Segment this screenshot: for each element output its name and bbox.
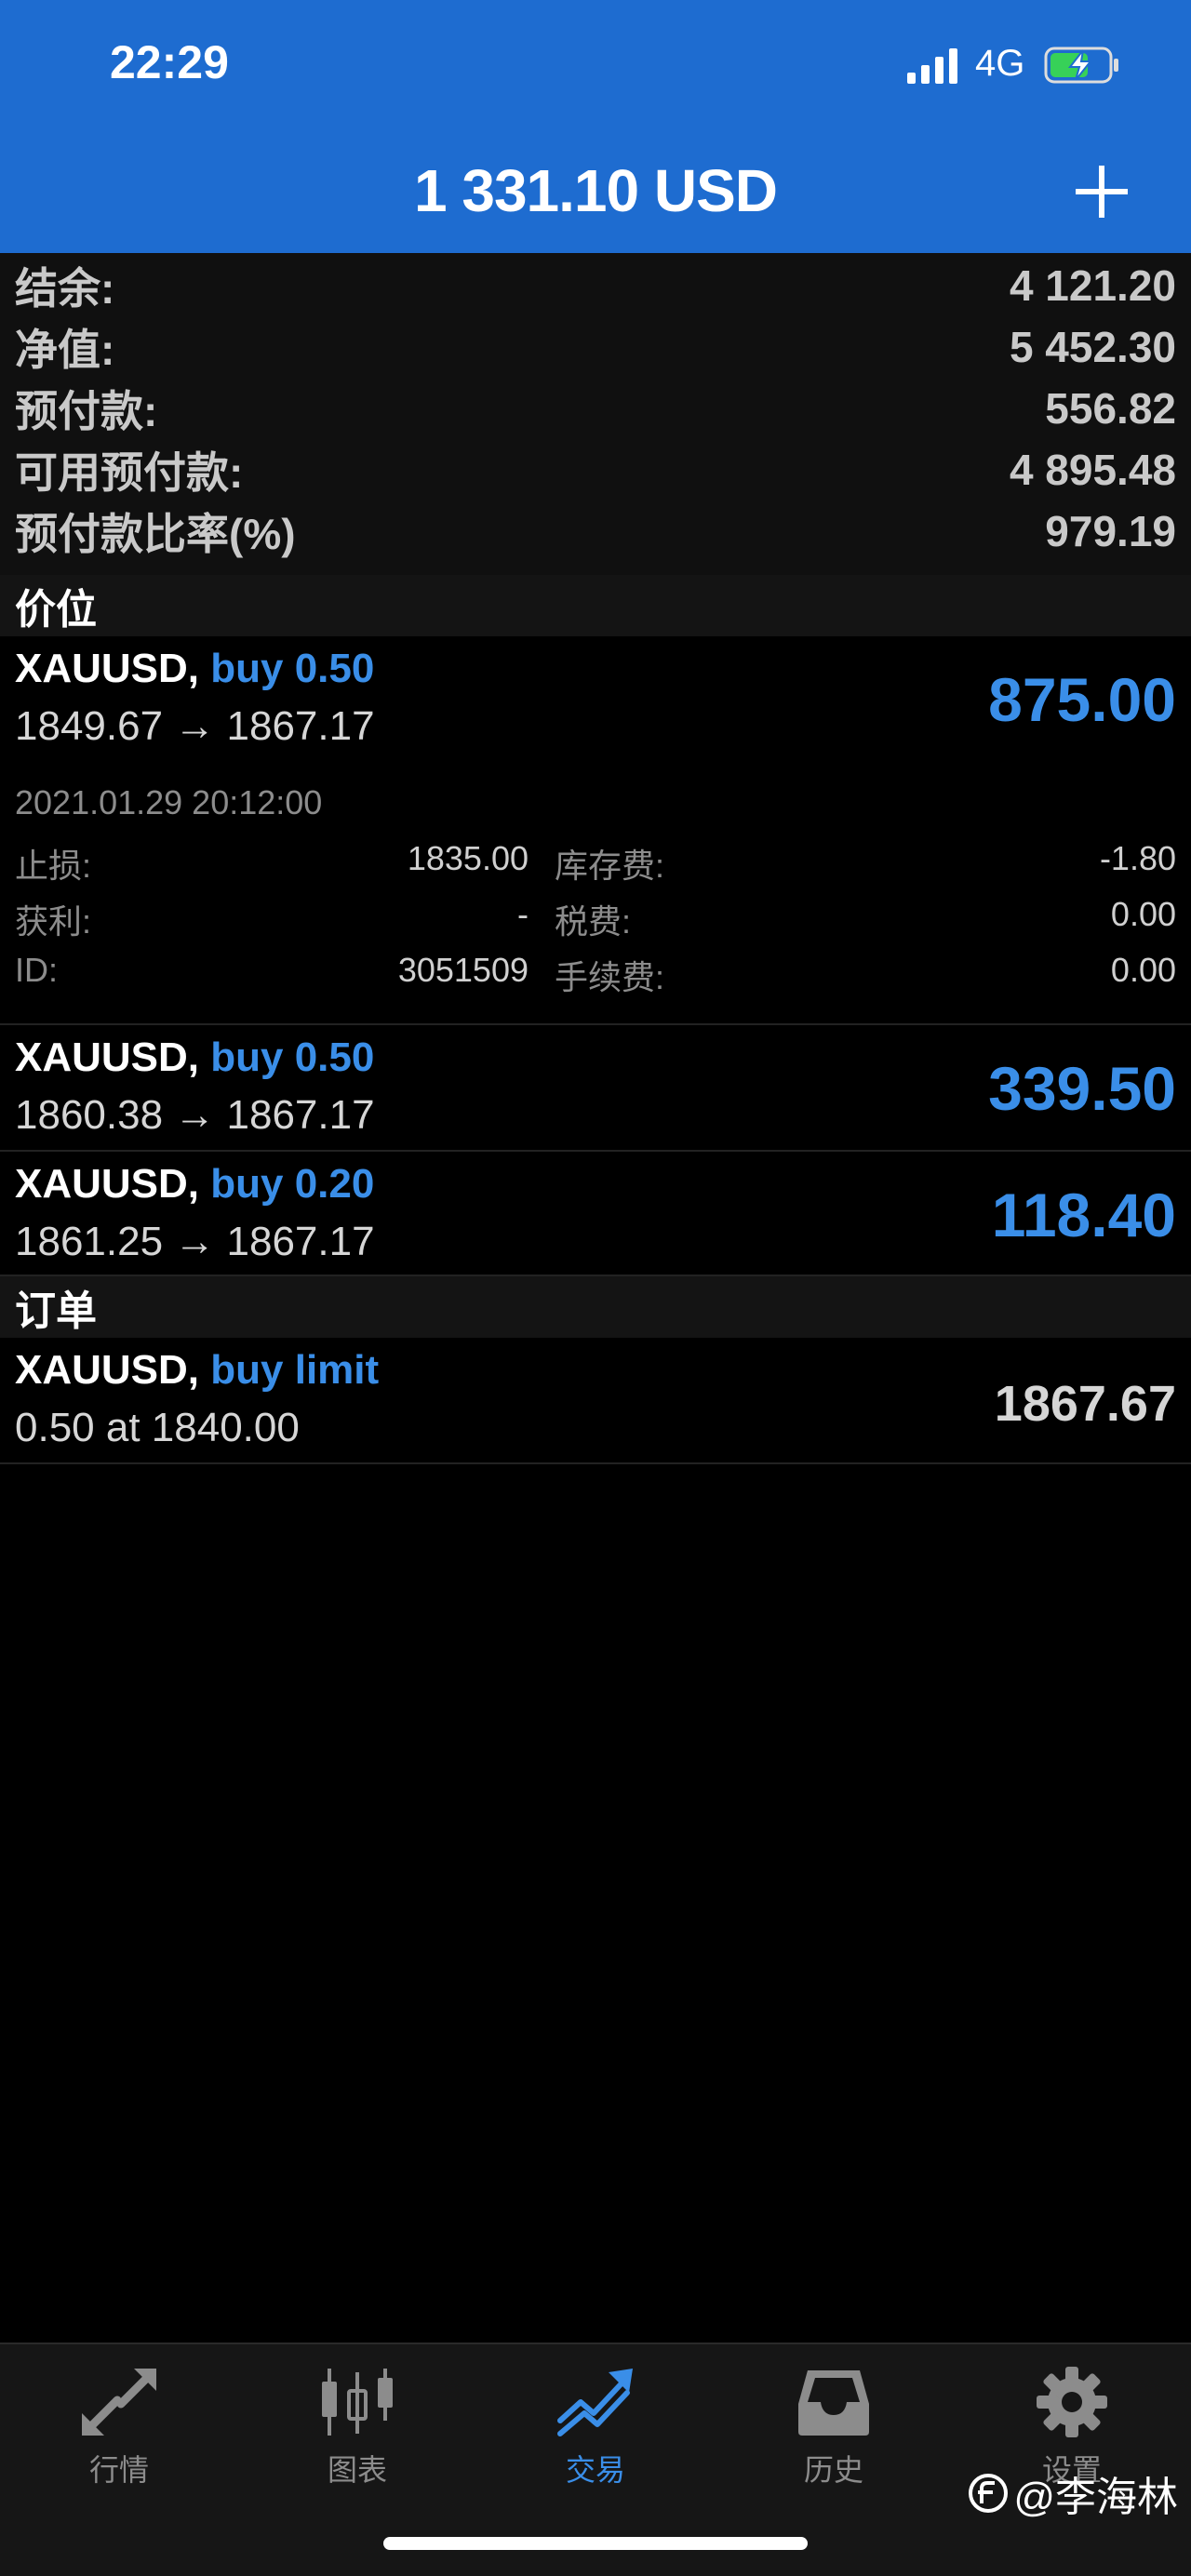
positions-section-header: 价位 xyxy=(0,575,1191,636)
position-symbol: XAUUSD, xyxy=(15,1161,200,1207)
position-row[interactable]: XAUUSD, buy 0.50 1849.67 → 1867.17 875.0… xyxy=(0,636,1191,1025)
summary-row-margin: 预付款: 556.82 xyxy=(0,378,1191,439)
position-profit: 339.50 xyxy=(988,1054,1176,1123)
position-side: buy 0.50 xyxy=(210,646,375,691)
sl-label: 止损: xyxy=(15,847,92,885)
summary-value: 979.19 xyxy=(1045,507,1176,555)
position-prices: 1849.67 → 1867.17 xyxy=(15,703,375,749)
trade-trend-icon xyxy=(557,2369,633,2436)
position-profit: 875.00 xyxy=(988,665,1176,734)
tab-chart[interactable]: 图表 xyxy=(238,2367,476,2506)
order-row[interactable]: XAUUSD, buy limit 0.50 at 1840.00 1867.6… xyxy=(0,1338,1191,1464)
summary-label: 结余: xyxy=(15,264,115,313)
account-balance-title: 1 331.10 USD xyxy=(413,157,778,224)
position-prices: 1861.25 → 1867.17 xyxy=(15,1219,375,1264)
summary-label: 净值: xyxy=(15,326,115,374)
tab-label: 交易 xyxy=(565,2453,625,2487)
position-side: buy 0.20 xyxy=(210,1161,375,1207)
swap-label: 库存费: xyxy=(555,847,665,885)
summary-row-free-margin: 可用预付款: 4 895.48 xyxy=(0,439,1191,501)
id-value: 3051509 xyxy=(397,951,529,989)
summary-label: 预付款比率(%) xyxy=(15,510,296,558)
order-desc: 0.50 at 1840.00 xyxy=(15,1405,300,1450)
network-type: 4G xyxy=(975,43,1025,84)
tab-label: 行情 xyxy=(88,2453,149,2487)
watermark-logo-icon xyxy=(969,2474,1009,2513)
position-profit: 118.40 xyxy=(991,1181,1176,1249)
account-summary: 结余: 4 121.20 净值: 5 452.30 预付款: 556.82 可用… xyxy=(0,253,1191,575)
summary-label: 可用预付款: xyxy=(15,448,244,497)
orders-section-header: 订单 xyxy=(0,1276,1191,1338)
summary-row-margin-level: 预付款比率(%) 979.19 xyxy=(0,501,1191,562)
candlestick-chart-icon xyxy=(322,2369,393,2436)
position-symbol: XAUUSD, xyxy=(15,1034,200,1080)
order-current-price: 1867.67 xyxy=(994,1376,1176,1432)
tax-label: 税费: xyxy=(555,902,632,941)
home-indicator[interactable] xyxy=(383,2537,808,2550)
battery-charging-icon xyxy=(1044,47,1118,84)
position-open-time: 2021.01.29 20:12:00 xyxy=(15,783,323,821)
sl-value: 1835.00 xyxy=(407,839,529,877)
position-symbol: XAUUSD, xyxy=(15,646,200,691)
order-symbol: XAUUSD, xyxy=(15,1347,200,1393)
summary-row-equity: 净值: 5 452.30 xyxy=(0,316,1191,378)
new-order-button[interactable] xyxy=(1070,160,1133,223)
order-side: buy limit xyxy=(210,1347,380,1393)
fee-value: 0.00 xyxy=(1110,951,1176,989)
summary-row-balance: 结余: 4 121.20 xyxy=(0,255,1191,316)
history-inbox-icon xyxy=(798,2370,869,2436)
watermark: @李海林 xyxy=(967,2463,1178,2523)
position-row[interactable]: XAUUSD, buy 0.20 1861.25 → 1867.17 118.4… xyxy=(0,1152,1191,1276)
swap-value: -1.80 xyxy=(1099,839,1176,877)
tp-label: 获利: xyxy=(15,902,92,941)
tab-label: 历史 xyxy=(803,2453,863,2487)
position-side: buy 0.50 xyxy=(210,1034,375,1080)
plus-icon xyxy=(1076,166,1128,218)
status-time: 22:29 xyxy=(110,36,229,88)
gear-icon xyxy=(1037,2367,1107,2437)
position-prices: 1860.38 → 1867.17 xyxy=(15,1092,375,1138)
summary-value: 4 121.20 xyxy=(1009,261,1176,310)
summary-value: 4 895.48 xyxy=(1009,446,1176,494)
summary-value: 5 452.30 xyxy=(1009,323,1176,371)
tax-value: 0.00 xyxy=(1110,895,1176,933)
tab-quotes[interactable]: 行情 xyxy=(0,2367,238,2506)
id-label: ID: xyxy=(15,951,59,989)
tab-history[interactable]: 历史 xyxy=(715,2367,953,2506)
app-root: 22:29 4G 1 331.10 USD 结余: 4 121.20 净值: 5… xyxy=(0,0,1191,2576)
summary-label: 预付款: xyxy=(15,387,158,435)
header-bar: 22:29 4G 1 331.10 USD xyxy=(0,0,1191,253)
summary-value: 556.82 xyxy=(1045,384,1176,433)
position-row[interactable]: XAUUSD, buy 0.50 1860.38 → 1867.17 339.5… xyxy=(0,1025,1191,1152)
tab-label: 图表 xyxy=(327,2453,387,2487)
tab-trade[interactable]: 交易 xyxy=(476,2367,715,2506)
fee-label: 手续费: xyxy=(555,958,665,996)
signal-icon xyxy=(907,48,957,84)
watermark-text: @李海林 xyxy=(1013,2475,1178,2520)
tp-value: - xyxy=(517,895,529,933)
quotes-arrows-icon xyxy=(82,2369,156,2436)
